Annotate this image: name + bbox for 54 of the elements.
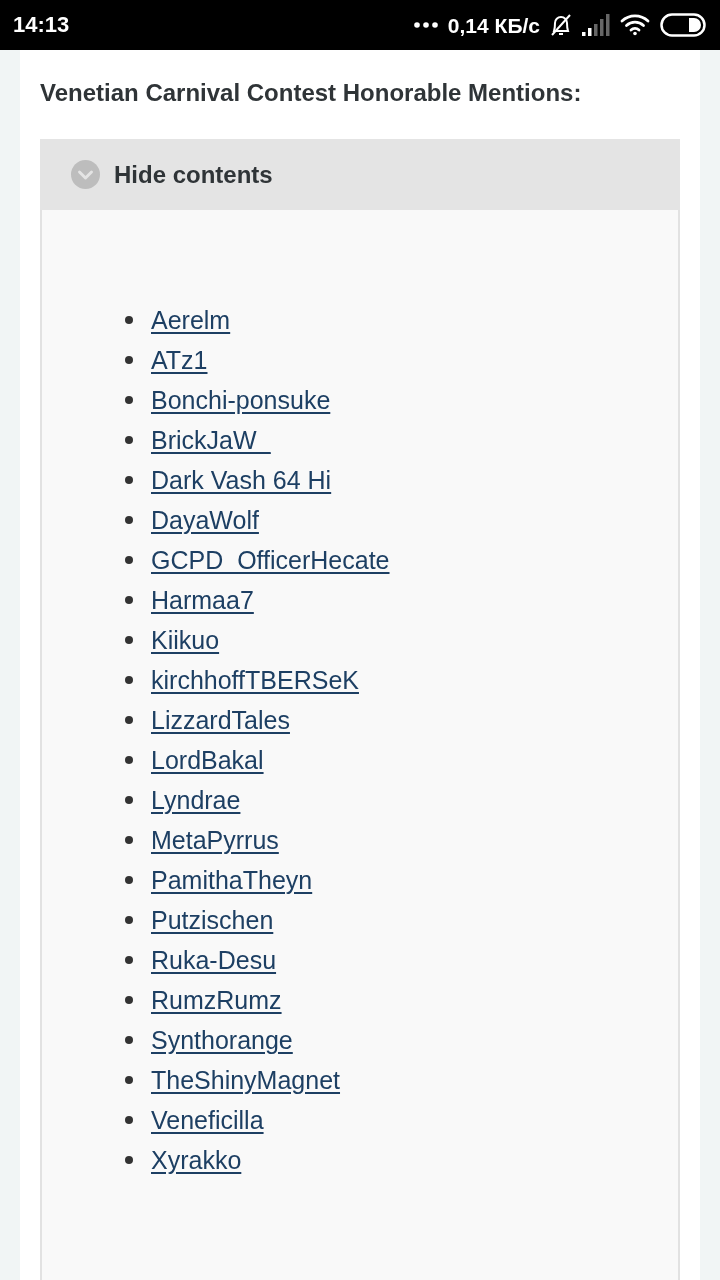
chevron-circle-icon [71, 160, 100, 189]
member-link[interactable]: Xyrakko [151, 1147, 242, 1173]
bullet-icon [125, 1076, 133, 1084]
member-link[interactable]: MetaPyrrus [151, 827, 279, 853]
bullet-icon [125, 956, 133, 964]
network-speed: 0,14 КБ/с [447, 14, 540, 36]
bullet-icon [125, 436, 133, 444]
bullet-icon [125, 716, 133, 724]
bullet-icon [125, 476, 133, 484]
member-link[interactable]: Dark Vash 64 Hi [151, 467, 332, 493]
member-link[interactable]: PamithaTheyn [151, 867, 313, 893]
member-link[interactable]: Putzischen [151, 907, 274, 933]
member-link[interactable]: kirchhoffTBERSeK [151, 667, 359, 693]
bullet-icon [125, 356, 133, 364]
bullet-icon [125, 836, 133, 844]
member-link[interactable]: GCPD_OfficerHecate [151, 547, 390, 573]
bullet-icon [125, 756, 133, 764]
more-dots-icon [413, 22, 438, 28]
member-link[interactable]: Kiikuo [151, 627, 220, 653]
bullet-icon [125, 636, 133, 644]
member-link[interactable]: LizzardTales [151, 707, 290, 733]
bullet-icon [125, 1116, 133, 1124]
bullet-icon [125, 996, 133, 1004]
member-link[interactable]: DayaWolf [151, 507, 259, 533]
bullet-icon [125, 316, 133, 324]
member-link[interactable]: ATz1 [151, 347, 208, 373]
clock-time: 14:13 [13, 14, 70, 36]
wifi-icon [620, 14, 650, 36]
member-link[interactable]: TheShinyMagnet [151, 1067, 340, 1093]
bullet-icon [125, 876, 133, 884]
bullet-icon [125, 516, 133, 524]
bullet-icon [125, 916, 133, 924]
member-link[interactable]: LordBakal [151, 747, 264, 773]
member-link[interactable]: Bonchi-ponsuke [151, 387, 331, 413]
bullet-icon [125, 1036, 133, 1044]
toggle-icon [660, 13, 706, 37]
section-heading: Venetian Carnival Contest Honorable Mentions: [40, 78, 583, 108]
signal-icon [582, 14, 610, 36]
member-link[interactable]: Lyndrae [151, 787, 241, 813]
member-link[interactable]: Aerelm [151, 307, 231, 333]
member-link[interactable]: RumzRumz [151, 987, 282, 1013]
bullet-icon [125, 796, 133, 804]
bullet-icon [125, 556, 133, 564]
member-link[interactable]: Synthorange [151, 1027, 293, 1053]
bullet-icon [125, 676, 133, 684]
member-link[interactable]: Harmaa7 [151, 587, 254, 613]
bullet-icon [125, 596, 133, 604]
bullet-icon [125, 1156, 133, 1164]
spoiler-toggle[interactable]: Hide contents [40, 139, 680, 210]
member-link[interactable]: Veneficilla [151, 1107, 264, 1133]
bell-off-icon [550, 13, 572, 37]
member-link[interactable]: Ruka-Desu [151, 947, 277, 973]
bullet-icon [125, 396, 133, 404]
member-link[interactable]: BrickJaW_ [151, 427, 271, 453]
